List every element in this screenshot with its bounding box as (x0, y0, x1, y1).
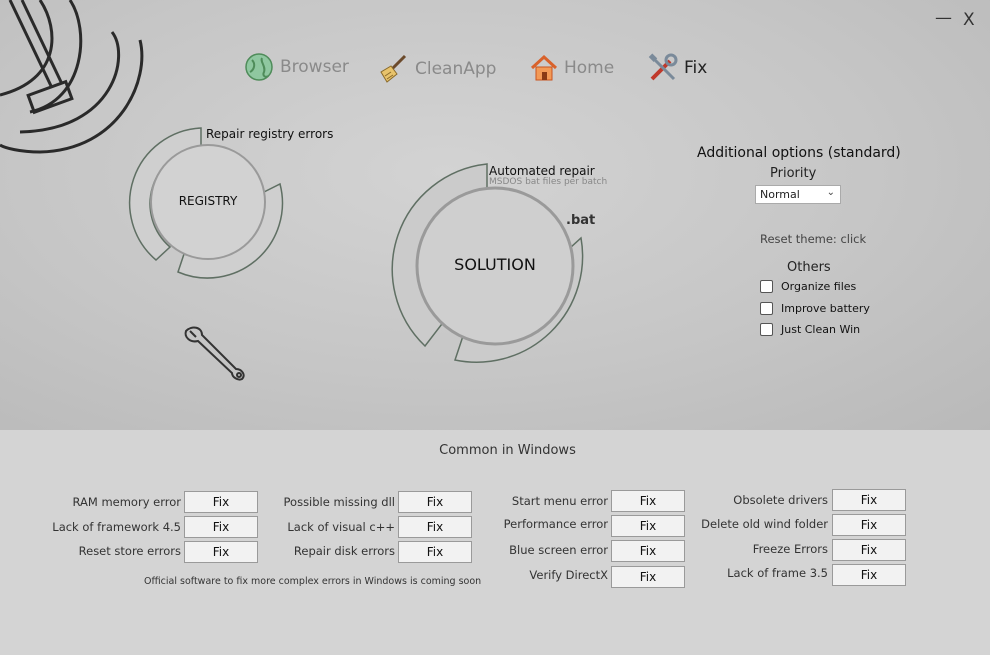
fix-button-blue-screen[interactable]: Fix (611, 540, 685, 562)
checkbox-improve-battery[interactable]: Improve battery (760, 302, 870, 315)
fix-label-freeze-errors: Freeze Errors (752, 542, 828, 556)
chevron-down-icon: ⌄ (826, 187, 835, 198)
fix-label-obsolete-drivers: Obsolete drivers (733, 493, 828, 507)
fix-button-framework-45[interactable]: Fix (184, 516, 258, 538)
checkbox-box[interactable] (760, 323, 773, 336)
priority-select[interactable]: Normal ⌄ (755, 185, 841, 204)
solution-title: Automated repair (489, 164, 595, 178)
footnote: Official software to fix more complex er… (144, 576, 482, 587)
nav-fix[interactable]: Fix (648, 53, 707, 83)
bat-badge: .bat (566, 213, 596, 228)
checkbox-just-clean-win[interactable]: Just Clean Win (760, 323, 860, 336)
nav-browser[interactable]: Browser (244, 52, 349, 82)
fix-button-disk-errors[interactable]: Fix (398, 541, 472, 563)
nav-fix-label: Fix (684, 58, 708, 78)
fix-label-performance: Performance error (503, 517, 608, 531)
fix-label-frame-35: Lack of frame 3.5 (727, 566, 828, 580)
registry-title: Repair registry errors (206, 127, 334, 141)
fix-label-directx: Verify DirectX (529, 568, 608, 582)
checkbox-box[interactable] (760, 302, 773, 315)
registry-label[interactable]: REGISTRY (168, 194, 248, 208)
fix-button-start-menu[interactable]: Fix (611, 490, 685, 512)
fix-label-disk-errors: Repair disk errors (293, 544, 395, 558)
fix-button-visual-cpp[interactable]: Fix (398, 516, 472, 538)
close-button[interactable]: X (963, 10, 975, 30)
reset-theme-link[interactable]: Reset theme: click (760, 232, 866, 246)
wrench-icon (184, 326, 245, 381)
fix-label-framework-45: Lack of framework 4.5 (52, 520, 181, 534)
checkbox-box[interactable] (760, 280, 773, 293)
broom-icon (380, 54, 407, 83)
fix-button-old-wind-folder[interactable]: Fix (832, 514, 906, 536)
nav-home[interactable]: Home (530, 54, 614, 82)
home-icon (530, 54, 558, 81)
priority-value: Normal (760, 188, 800, 201)
fix-button-freeze-errors[interactable]: Fix (832, 539, 906, 561)
nav-browser-label: Browser (280, 57, 349, 77)
nav-cleanapp-label: CleanApp (415, 59, 497, 79)
others-label: Others (787, 260, 831, 275)
fix-button-performance[interactable]: Fix (611, 515, 685, 537)
solution-subtitle: MSDOS bat files per batch (489, 177, 608, 187)
minimize-button[interactable]: — (935, 8, 952, 28)
options-title: Additional options (standard) (697, 145, 901, 161)
nav-home-label: Home (564, 58, 615, 78)
fix-label-ram: RAM memory error (72, 495, 181, 509)
nav-cleanapp[interactable]: CleanApp (377, 54, 496, 84)
solution-label[interactable]: SOLUTION (435, 255, 555, 274)
checkbox-label: Organize files (781, 280, 857, 293)
priority-label: Priority (770, 166, 817, 181)
fix-button-missing-dll[interactable]: Fix (398, 491, 472, 513)
common-title: Common in Windows (439, 443, 576, 458)
fix-label-missing-dll: Possible missing dll (283, 495, 395, 509)
fix-button-ram[interactable]: Fix (184, 491, 258, 513)
fix-label-blue-screen: Blue screen error (509, 543, 608, 557)
tools-icon (648, 53, 678, 81)
fix-label-start-menu: Start menu error (511, 494, 608, 508)
fix-button-reset-store[interactable]: Fix (184, 541, 258, 563)
fix-button-directx[interactable]: Fix (611, 566, 685, 588)
checkbox-label: Improve battery (781, 302, 870, 315)
fix-label-old-wind-folder: Delete old wind folder (701, 517, 828, 531)
fix-label-reset-store: Reset store errors (78, 544, 181, 558)
globe-icon (245, 53, 273, 81)
fix-button-frame-35[interactable]: Fix (832, 564, 906, 586)
checkbox-label: Just Clean Win (781, 323, 861, 336)
checkbox-organize-files[interactable]: Organize files (760, 280, 856, 293)
fix-label-visual-cpp: Lack of visual c++ (287, 520, 395, 534)
fix-button-obsolete-drivers[interactable]: Fix (832, 489, 906, 511)
